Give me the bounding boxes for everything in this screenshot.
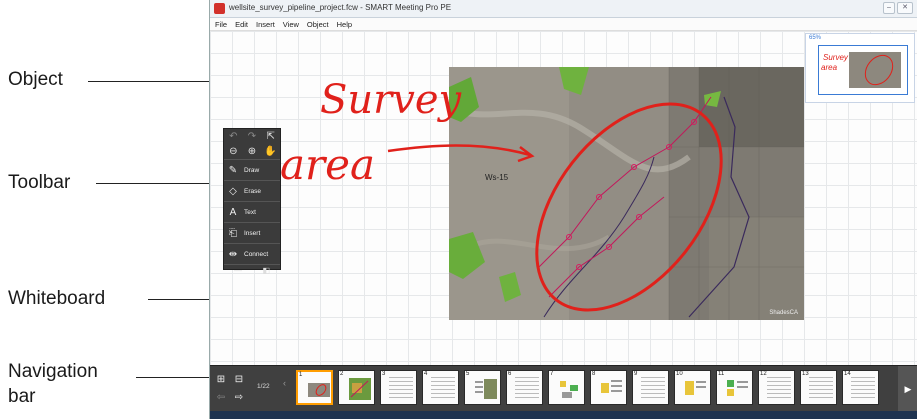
zoom-out-icon[interactable]: ⊖ [226, 145, 240, 158]
menu-file[interactable]: File [215, 18, 227, 30]
annotation-word-survey: Survey [320, 77, 463, 123]
svg-text:Survey: Survey [823, 53, 849, 62]
annotation-word-area: area [280, 140, 375, 189]
page-thumbnail[interactable]: 8 [590, 370, 627, 405]
page-thumbnail[interactable]: 1 [296, 370, 333, 405]
title-bar: wellsite_survey_pipeline_project.fcw - S… [210, 0, 917, 18]
preview-zoom-level: 65% [809, 35, 822, 41]
thumbnails-scroll-right[interactable]: ▶ [898, 366, 917, 412]
insert-icon: ⎗ [229, 227, 237, 239]
thumbnail-diagram-image [601, 380, 622, 393]
page-counter: 1/22 [257, 383, 270, 390]
page-thumbnail[interactable]: 9 [632, 370, 669, 405]
window-title: wellsite_survey_pipeline_project.fcw - S… [229, 3, 452, 12]
thumbnail-diagram-image [685, 381, 706, 395]
page-thumbnail[interactable]: 14 [842, 370, 879, 405]
menu-object[interactable]: Object [307, 18, 329, 30]
annotation-arrow [387, 144, 531, 157]
page-thumbnail[interactable]: 5 [464, 370, 501, 405]
preview-thumbnail-image: Survey area [821, 52, 901, 88]
page-thumbnail[interactable]: 11 [716, 370, 753, 405]
add-page-icon[interactable]: ⊞ [215, 374, 227, 386]
page-thumbnails: 1 2 3 4 5 6 7 8 9 10 11 12 13 14 [296, 370, 879, 405]
map-caption: ShadesCA [769, 310, 798, 316]
toolbar-row-history: ↶ ↷ ⇱ [224, 129, 280, 144]
taskbar [210, 411, 917, 419]
callout-navigation: Navigation [8, 361, 98, 382]
callout-navigation-bar: bar [8, 386, 36, 407]
callout-object: Object [8, 69, 63, 90]
select-pointer-icon[interactable]: ⇱ [264, 130, 278, 143]
minimize-button[interactable]: – [883, 2, 895, 14]
toolbar-connect[interactable]: ⇹ Connect [224, 243, 280, 264]
whiteboard[interactable]: Ws-15 ShadesCA Survey area 65% Survey ar… [210, 31, 917, 365]
callout-toolbar: Toolbar [8, 172, 71, 193]
text-icon: A [229, 206, 237, 218]
toolbar-text[interactable]: A Text [224, 201, 280, 222]
page-thumbnail[interactable]: 12 [758, 370, 795, 405]
previous-page-icon[interactable]: ⇦ [215, 392, 227, 404]
toolbar-connect-label: Connect [244, 250, 269, 258]
toolbar-collapse-icon[interactable]: — [234, 265, 242, 276]
navigation-bar: ⊞ ⊟ ⇦ ⇨ 1/22 ‹ 1 2 3 4 5 6 7 8 9 10 11 1… [210, 365, 917, 412]
toolbar-footer: — ◧ [224, 264, 280, 276]
toolbar-row-zoom: ⊖ ⊕ ✋ [224, 144, 280, 159]
survey-area-annotation[interactable]: Survey area [280, 59, 540, 199]
toolbar-erase[interactable]: ◇ Erase [224, 180, 280, 201]
thumbnail-diagram-image [727, 380, 748, 396]
toolbar-insert-label: Insert [244, 229, 261, 237]
window-controls: – ✕ [883, 2, 913, 14]
menu-help[interactable]: Help [337, 18, 352, 30]
page-thumbnail[interactable]: 10 [674, 370, 711, 405]
pan-hand-icon[interactable]: ✋ [264, 145, 278, 158]
page-thumbnail[interactable]: 13 [800, 370, 837, 405]
thumbnail-map-image [349, 378, 371, 400]
close-button[interactable]: ✕ [897, 2, 913, 14]
toolbar-insert[interactable]: ⎗ Insert [224, 222, 280, 243]
thumbnail-map-image [308, 383, 330, 397]
eraser-icon: ◇ [229, 185, 237, 197]
svg-text:area: area [821, 63, 838, 72]
page-preview[interactable]: 65% Survey area [805, 33, 915, 103]
menu-insert[interactable]: Insert [256, 18, 275, 30]
floating-toolbar: ↶ ↷ ⇱ ⊖ ⊕ ✋ ✎ Draw ◇ Erase A Text ⎗ Inse… [223, 128, 281, 275]
thumbnail-diagram-image [560, 381, 578, 398]
page-thumbnail[interactable]: 4 [422, 370, 459, 405]
redo-icon[interactable]: ↷ [245, 130, 259, 143]
page-thumbnail[interactable]: 2 [338, 370, 375, 405]
toolbar-text-label: Text [244, 208, 256, 216]
toolbar-draw[interactable]: ✎ Draw [224, 159, 280, 180]
toolbar-erase-label: Erase [244, 187, 261, 195]
menu-view[interactable]: View [283, 18, 299, 30]
zoom-in-icon[interactable]: ⊕ [245, 145, 259, 158]
preview-viewport-frame[interactable]: Survey area [818, 45, 908, 95]
callout-whiteboard: Whiteboard [8, 288, 106, 309]
navigation-controls: ⊞ ⊟ ⇦ ⇨ 1/22 [213, 370, 275, 408]
thumbnails-scroll-left[interactable]: ‹ [283, 378, 286, 388]
smart-app-icon [214, 3, 225, 14]
page-thumbnail[interactable]: 6 [506, 370, 543, 405]
menu-bar: File Edit Insert View Object Help [210, 18, 917, 31]
pen-icon: ✎ [228, 164, 238, 176]
page-thumbnail[interactable]: 3 [380, 370, 417, 405]
screenshot-stage: Object Toolbar Whiteboard Navigation bar… [0, 0, 917, 419]
next-page-icon[interactable]: ⇨ [233, 392, 245, 404]
connect-icon: ⇹ [228, 248, 238, 260]
menu-edit[interactable]: Edit [235, 18, 248, 30]
delete-page-icon[interactable]: ⊟ [233, 374, 245, 386]
app-window: wellsite_survey_pipeline_project.fcw - S… [209, 0, 917, 419]
thumbnail-map-image [475, 379, 497, 399]
toolbar-dock-icon[interactable]: ◧ [262, 265, 270, 276]
page-thumbnail[interactable]: 7 [548, 370, 585, 405]
undo-icon[interactable]: ↶ [226, 130, 240, 143]
toolbar-draw-label: Draw [244, 166, 260, 174]
